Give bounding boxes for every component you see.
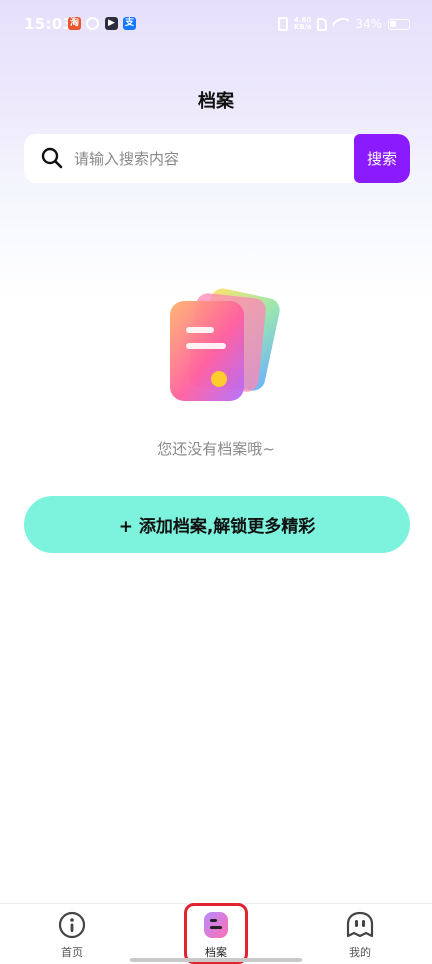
wifi-icon <box>333 18 350 30</box>
app-notification-icon <box>86 17 99 30</box>
status-indicators: 4.60 KB/s 34% <box>277 14 410 34</box>
empty-documents-illustration <box>170 288 280 401</box>
battery-percent: 34% <box>355 17 382 31</box>
search-bar: 搜索 <box>24 134 410 183</box>
status-time: 15:03 <box>24 15 74 33</box>
tab-home[interactable]: 首页 <box>22 904 122 964</box>
archive-screen: 15:03 淘 ▶ 支 4.60 KB/s 34% 档案 搜索 <box>0 0 432 964</box>
alipay-notification-icon: 支 <box>123 17 136 30</box>
video-notification-icon: ▶ <box>105 17 118 30</box>
page-title: 档案 <box>198 91 234 112</box>
network-speed: 4.60 KB/s <box>294 17 311 31</box>
taobao-notification-icon: 淘 <box>68 17 81 30</box>
tab-mine[interactable]: 我的 <box>310 904 410 964</box>
tab-archive[interactable]: 档案 <box>166 904 266 964</box>
sim-icon <box>317 17 328 31</box>
empty-state-message: 您还没有档案哦~ <box>157 440 275 458</box>
profile-icon <box>346 911 374 938</box>
archive-icon <box>204 912 228 938</box>
search-input[interactable] <box>74 134 354 183</box>
battery-icon <box>388 18 410 30</box>
home-indicator[interactable] <box>130 958 302 962</box>
network-speed-unit: KB/s <box>293 23 312 31</box>
vibrate-icon <box>277 17 288 31</box>
search-icon <box>41 147 63 169</box>
search-button[interactable]: 搜索 <box>354 134 410 183</box>
tab-home-label: 首页 <box>61 946 83 959</box>
bottom-tab-bar: 首页 档案 我的 <box>0 903 432 964</box>
add-archive-button[interactable]: + 添加档案,解锁更多精彩 <box>24 496 410 553</box>
status-bar: 15:03 淘 ▶ 支 4.60 KB/s 34% <box>0 0 432 52</box>
tab-mine-label: 我的 <box>349 946 371 959</box>
home-icon <box>58 911 86 939</box>
